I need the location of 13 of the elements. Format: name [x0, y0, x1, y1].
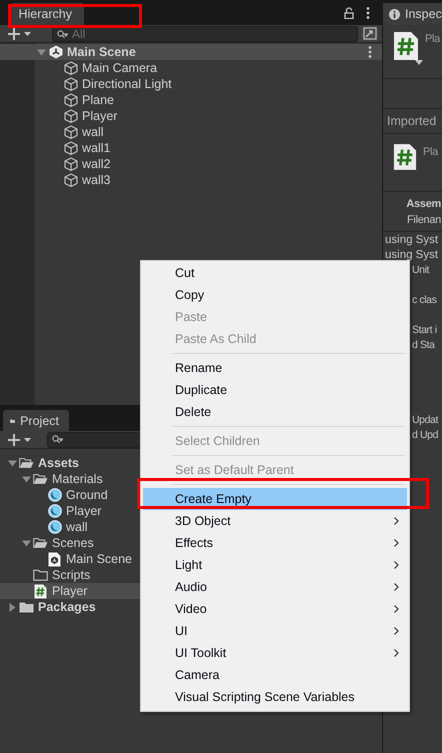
field-heading: Assem [406, 197, 441, 212]
code-line: c clas [412, 294, 436, 306]
asset-title: Pla [423, 145, 438, 160]
code-line: using Syst [385, 249, 438, 261]
code-line: d Upd [412, 429, 438, 441]
code-line: Unit [412, 264, 430, 276]
code-line: using Syst [385, 234, 438, 246]
field-label: Filenan [407, 213, 441, 228]
code-line: Updat [412, 414, 438, 426]
code-line: d Sta [412, 339, 435, 351]
asset-title: Pla [425, 32, 440, 47]
code-line: Start i [412, 324, 437, 336]
section-label: Imported [383, 109, 442, 134]
